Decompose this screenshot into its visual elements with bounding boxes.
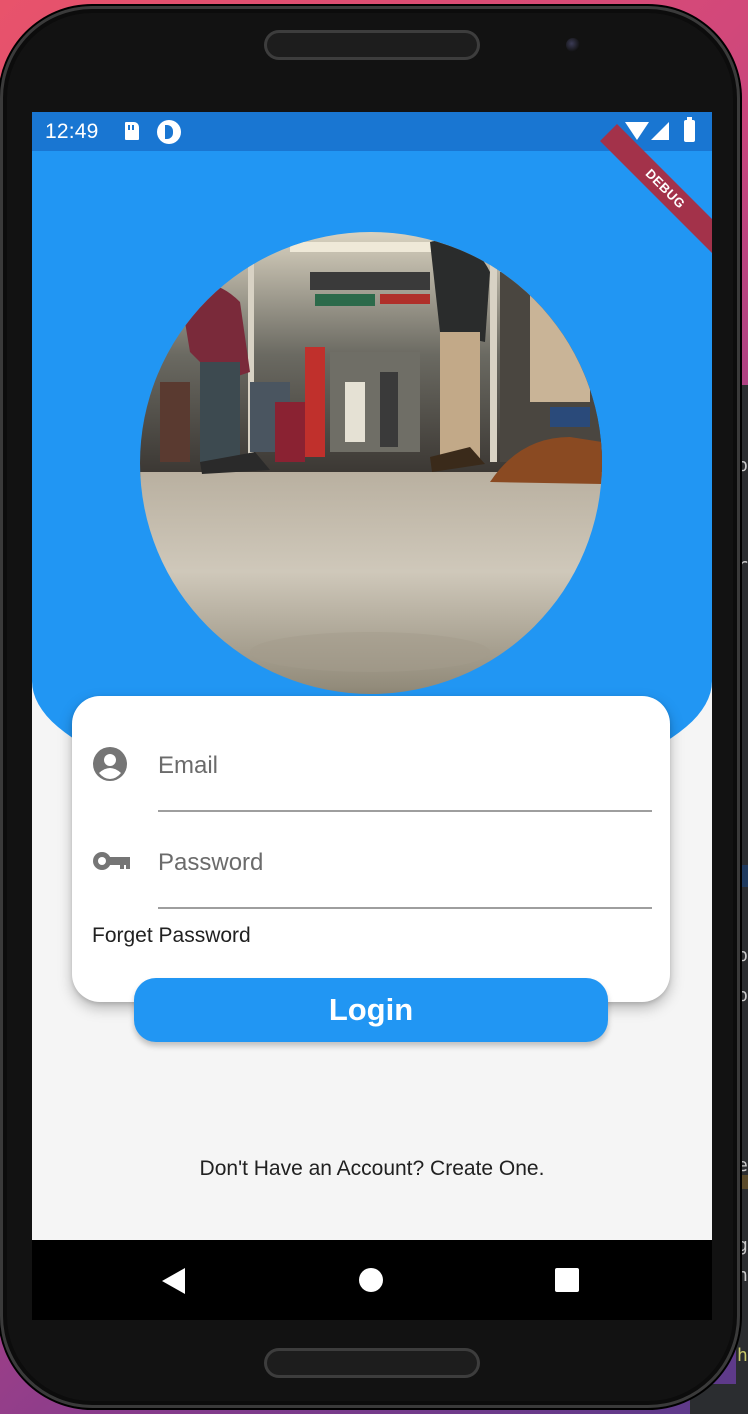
battery-icon [684, 117, 695, 142]
status-time: 12:49 [45, 120, 99, 143]
password-field[interactable]: Password [72, 815, 670, 911]
bottom-speaker [264, 1348, 480, 1378]
email-field[interactable]: Email [72, 718, 670, 814]
photo-illustration [140, 232, 602, 694]
email-underline [158, 810, 652, 812]
back-icon[interactable] [162, 1268, 185, 1294]
sd-card-icon [125, 122, 139, 140]
password-placeholder: Password [158, 849, 264, 876]
notification-icon [157, 120, 181, 144]
train-interior-photo [140, 232, 602, 694]
key-icon [92, 849, 132, 878]
email-placeholder: Email [158, 752, 219, 779]
system-nav-bar [32, 1240, 712, 1320]
front-camera [566, 38, 580, 52]
app-screen: 12:49 DEBUG Email Password Forget Passwo… [32, 112, 712, 1320]
forget-password-link[interactable]: Forget Password [92, 924, 251, 948]
top-speaker [264, 30, 480, 60]
account-circle-icon [92, 746, 128, 787]
password-underline [158, 907, 652, 909]
signal-icon [651, 122, 669, 140]
login-card: Email Password Forget Password [72, 696, 670, 1002]
create-account-link[interactable]: Don't Have an Account? Create One. [32, 1157, 712, 1181]
login-button[interactable]: Login [134, 978, 608, 1042]
recents-icon[interactable] [555, 1268, 579, 1292]
home-icon[interactable] [359, 1268, 383, 1292]
